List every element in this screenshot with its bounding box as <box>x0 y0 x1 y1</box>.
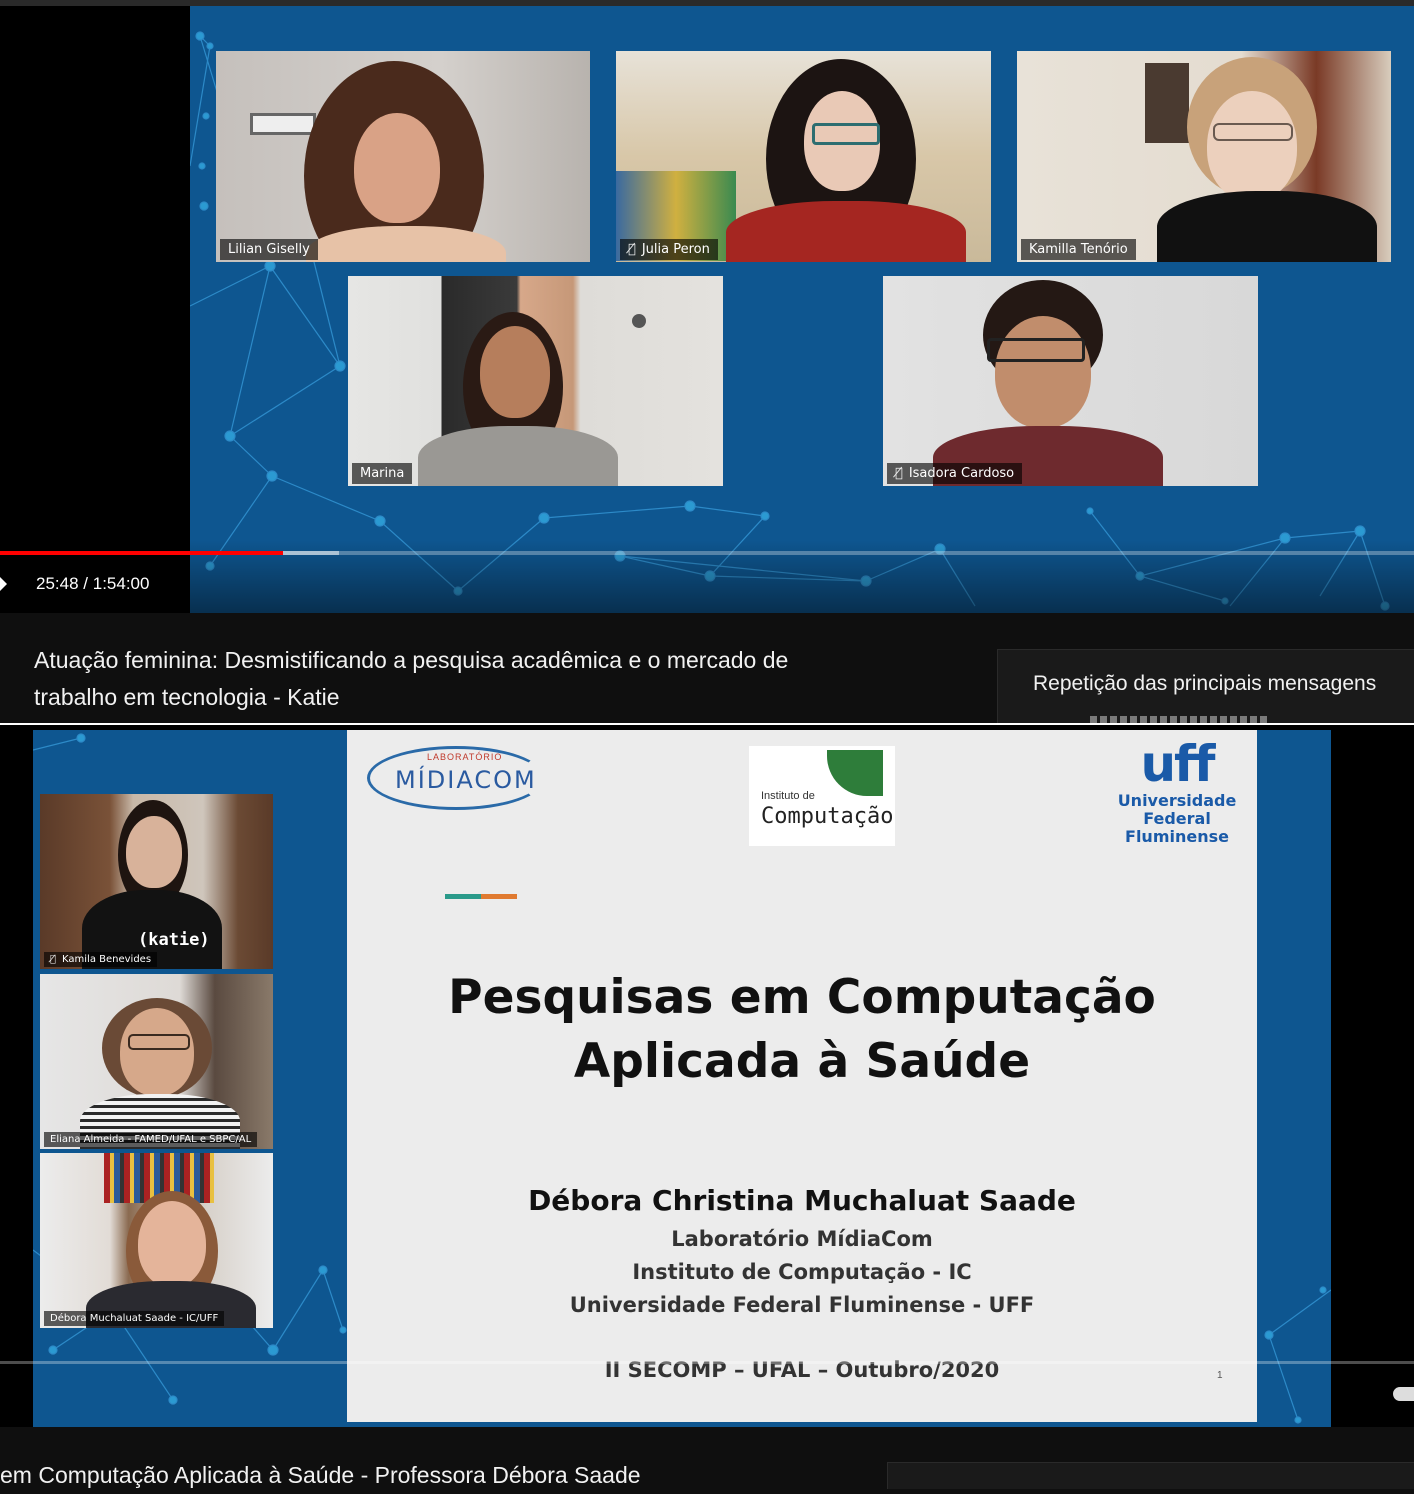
face <box>995 316 1091 428</box>
video-title-1-line1: Atuação feminina: Desmistificando a pesq… <box>34 647 789 673</box>
time-display: 25:48 / 1:54:00 <box>36 574 149 594</box>
participant-tile-5: 🎙̸ Isadora Cardoso <box>883 276 1258 486</box>
next-video-title: Repetição das principais mensagens <box>1033 672 1377 695</box>
participant-tile-2: 🎙̸ Julia Peron <box>616 51 991 262</box>
ic-logo-mark <box>827 750 883 796</box>
face <box>480 326 550 418</box>
time-current: 25:48 <box>36 574 79 593</box>
accent-line-orange <box>481 894 517 899</box>
video-player-1[interactable]: Lilian Giselly 🎙̸ Julia Peron Kamilla Ten… <box>0 0 1414 613</box>
participant-name-tag: Marina <box>352 463 413 484</box>
glasses <box>987 338 1085 362</box>
wall-light <box>250 113 316 135</box>
uff-line1: Universidade <box>1117 791 1237 810</box>
face <box>354 113 440 223</box>
slide-affiliation-3: Universidade Federal Fluminense - UFF <box>569 1293 1035 1317</box>
participant-name-tag: 🎙̸ Kamila Benevides <box>44 952 158 967</box>
uff-mark: uff <box>1140 735 1215 793</box>
shirt-print: (katie) <box>138 930 210 950</box>
muted-mic-icon: 🎙̸ <box>895 466 903 481</box>
glasses <box>812 123 880 145</box>
participant-tile-4: Marina <box>348 276 723 486</box>
ic-logo: Instituto de Computação <box>749 746 895 846</box>
presentation-slide: LABORATÓRIO MÍDIACOM Instituto de Comput… <box>347 730 1257 1422</box>
participant-name-tag: Lilian Giselly <box>220 239 318 260</box>
participant-tile-side-2: Eliana Almeida - FAMED/UFAL e SBPC/AL <box>40 974 273 1149</box>
participant-tile-side-3: Débora Muchaluat Saade - IC/UFF <box>40 1153 273 1328</box>
next-video-card-2[interactable] <box>887 1462 1414 1489</box>
glasses <box>1213 123 1293 141</box>
progress-played <box>0 551 283 555</box>
face <box>1207 91 1297 201</box>
slide-author: Débora Christina Muchaluat Saade <box>528 1184 1076 1217</box>
logo-lab-small: LABORATÓRIO <box>427 752 503 762</box>
ic-logo-small: Instituto de <box>761 790 815 802</box>
slide-affiliation-2: Instituto de Computação - IC <box>632 1260 972 1284</box>
video-title-1-line2: trabalho em tecnologia - Katie <box>34 684 340 710</box>
play-icon[interactable] <box>0 577 7 591</box>
slide-affiliation-1: Laboratório MídiaCom <box>671 1227 933 1251</box>
ic-logo-name: Computação <box>761 804 894 829</box>
time-total: 1:54:00 <box>92 574 150 593</box>
next-video-card[interactable]: Repetição das principais mensagens <box>997 649 1414 725</box>
glasses <box>128 1034 190 1050</box>
midiacom-logo: LABORATÓRIO MÍDIACOM <box>367 740 547 810</box>
red-shirt <box>726 201 966 262</box>
participant-name-tag: 🎙̸ Isadora Cardoso <box>887 463 1023 484</box>
accent-line <box>445 894 481 899</box>
slide-title-line1: Pesquisas em Computação <box>448 970 1156 1025</box>
face <box>138 1201 206 1287</box>
participant-name-tag: Eliana Almeida - FAMED/UFAL e SBPC/AL <box>44 1132 258 1147</box>
face <box>120 1008 194 1096</box>
video-title-1[interactable]: Atuação feminina: Desmistificando a pesq… <box>34 642 934 716</box>
wall-circle <box>632 314 646 328</box>
muted-mic-icon: 🎙̸ <box>628 242 636 257</box>
uff-line2: Federal <box>1143 809 1211 828</box>
time-separator: / <box>83 574 93 593</box>
grey-shirt <box>418 426 618 486</box>
progress-bar[interactable] <box>0 551 1414 555</box>
slide-page-number: 1 <box>1217 1370 1223 1381</box>
participant-name-tag: Débora Muchaluat Saade - IC/UFF <box>44 1311 225 1326</box>
uff-line3: Fluminense <box>1125 827 1229 846</box>
participant-name-tag: 🎙̸ Julia Peron <box>620 239 718 260</box>
progress-bar-2[interactable] <box>0 1361 1414 1364</box>
video-title-2[interactable]: em Computação Aplicada à Saúde - Profess… <box>0 1457 880 1494</box>
black-top <box>1157 191 1377 262</box>
logo-lab-name: MÍDIACOM <box>395 766 537 794</box>
participant-name-tag: Kamilla Tenório <box>1021 239 1136 260</box>
video-player-2[interactable]: (katie) 🎙̸ Kamila Benevides Eliana Almeid… <box>0 725 1414 1427</box>
face <box>126 816 182 888</box>
toggle-switch[interactable] <box>1393 1387 1414 1401</box>
wall-frames <box>1145 63 1189 143</box>
uff-logo: uff Universidade Federal Fluminense <box>1117 736 1237 866</box>
slide-title-line2: Aplicada à Saúde <box>573 1034 1031 1089</box>
participant-tile-side-1: (katie) 🎙̸ Kamila Benevides <box>40 794 273 969</box>
participant-tile-1: Lilian Giselly <box>216 51 590 262</box>
muted-mic-icon: 🎙̸ <box>50 954 57 965</box>
participant-tile-3: Kamilla Tenório <box>1017 51 1391 262</box>
